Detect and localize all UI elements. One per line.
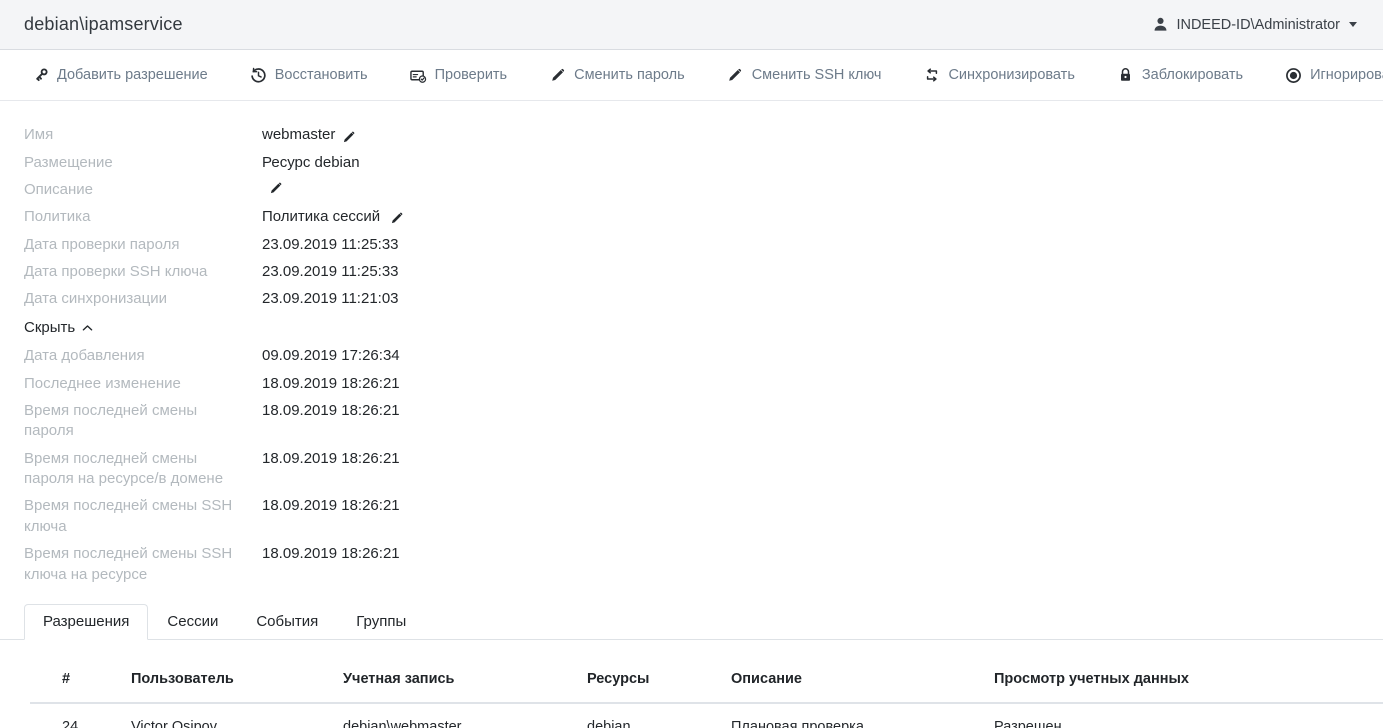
- ignore-icon: [1285, 67, 1302, 84]
- pencil-icon: [549, 67, 566, 84]
- hide-link-label: Скрыть: [24, 319, 75, 336]
- detail-label: Дата проверки пароля: [24, 235, 262, 256]
- pencil-icon: [727, 67, 744, 84]
- detail-row-last-ssh-change-resource: Время последней смены SSH ключа на ресур…: [24, 541, 1383, 589]
- lock-icon: [1117, 67, 1134, 84]
- lock-button[interactable]: Заблокировать: [1117, 67, 1243, 84]
- detail-row-last-password-change: Время последней смены пароля 18.09.2019 …: [24, 398, 1383, 446]
- synchronize-button[interactable]: Синхронизировать: [923, 67, 1074, 84]
- cell-number: 24: [30, 703, 131, 728]
- detail-value: 18.09.2019 18:26:21: [262, 496, 400, 517]
- detail-row-added-date: Дата добавления 09.09.2019 17:26:34: [24, 343, 1383, 370]
- toolbar-label: Игнорировать: [1310, 67, 1383, 83]
- detail-value: 18.09.2019 18:26:21: [262, 374, 400, 395]
- history-icon: [250, 67, 267, 84]
- change-password-button[interactable]: Сменить пароль: [549, 67, 685, 84]
- edit-icon[interactable]: [390, 211, 404, 225]
- detail-label: Размещение: [24, 153, 262, 174]
- detail-label: Политика: [24, 207, 262, 228]
- detail-label: Дата синхронизации: [24, 289, 262, 310]
- detail-row-name: Имя webmaster: [24, 122, 1383, 149]
- change-ssh-key-button[interactable]: Сменить SSH ключ: [727, 67, 882, 84]
- toolbar: Добавить разрешение Восстановить Провери…: [0, 50, 1383, 101]
- column-header-number: #: [30, 656, 131, 703]
- table-header-row: # Пользователь Учетная запись Ресурсы Оп…: [30, 656, 1383, 703]
- page-title: debian\ipamservice: [24, 14, 183, 35]
- add-permission-button[interactable]: Добавить разрешение: [32, 67, 208, 84]
- detail-row-sync-date: Дата синхронизации 23.09.2019 11:21:03: [24, 286, 1383, 313]
- details-panel: Имя webmaster Размещение Ресурс debian О…: [0, 101, 1383, 589]
- detail-label: Время последней смены пароля: [24, 401, 262, 442]
- column-header-credentials-view: Просмотр учетных данных: [994, 656, 1383, 703]
- detail-row-policy: Политика Политика сессий: [24, 204, 1383, 231]
- detail-row-last-ssh-change: Время последней смены SSH ключа 18.09.20…: [24, 493, 1383, 541]
- edit-icon[interactable]: [269, 181, 283, 195]
- toolbar-label: Синхронизировать: [948, 67, 1074, 83]
- detail-row-placement: Размещение Ресурс debian: [24, 149, 1383, 176]
- detail-value: 18.09.2019 18:26:21: [262, 449, 400, 470]
- tab-permissions[interactable]: Разрешения: [24, 604, 148, 640]
- user-menu[interactable]: INDEED-ID\Administrator: [1152, 16, 1357, 33]
- column-header-account: Учетная запись: [343, 656, 587, 703]
- detail-value: 18.09.2019 18:26:21: [262, 401, 400, 422]
- detail-row-description: Описание: [24, 177, 1383, 204]
- key-icon: [32, 67, 49, 84]
- ignore-button[interactable]: Игнорировать: [1285, 67, 1383, 84]
- detail-row-password-check-date: Дата проверки пароля 23.09.2019 11:25:33: [24, 231, 1383, 258]
- tab-events[interactable]: События: [237, 604, 337, 640]
- edit-icon[interactable]: [342, 130, 356, 144]
- detail-label: Дата проверки SSH ключа: [24, 262, 262, 283]
- toolbar-label: Восстановить: [275, 67, 368, 83]
- detail-value: Политика сессий: [262, 207, 380, 228]
- detail-label: Дата добавления: [24, 346, 262, 367]
- caret-down-icon: [1349, 22, 1357, 27]
- user-icon: [1152, 16, 1169, 33]
- detail-label: Имя: [24, 125, 262, 146]
- restore-button[interactable]: Восстановить: [250, 67, 368, 84]
- toolbar-label: Сменить SSH ключ: [752, 67, 882, 83]
- column-header-description: Описание: [731, 656, 994, 703]
- cell-user: Victor Osipov: [131, 703, 343, 728]
- detail-label: Последнее изменение: [24, 374, 262, 395]
- chevron-up-icon: [82, 319, 93, 336]
- card-check-icon: [410, 67, 427, 84]
- cell-resources: debian: [587, 703, 731, 728]
- toolbar-label: Проверить: [435, 67, 508, 83]
- detail-value: webmaster: [262, 125, 335, 146]
- sync-icon: [923, 67, 940, 84]
- detail-label: Время последней смены SSH ключа: [24, 496, 262, 537]
- user-name: INDEED-ID\Administrator: [1176, 17, 1340, 33]
- table-row[interactable]: 24 Victor Osipov debian\webmaster debian…: [30, 703, 1383, 728]
- cell-credentials-view: Разрешен: [994, 703, 1383, 728]
- detail-label: Время последней смены пароля на ресурсе/…: [24, 449, 262, 490]
- cell-description: Плановая проверка: [731, 703, 994, 728]
- cell-account: debian\webmaster: [343, 703, 587, 728]
- column-header-user: Пользователь: [131, 656, 343, 703]
- column-header-resources: Ресурсы: [587, 656, 731, 703]
- verify-button[interactable]: Проверить: [410, 67, 508, 84]
- detail-row-last-change: Последнее изменение 18.09.2019 18:26:21: [24, 370, 1383, 397]
- detail-value: 09.09.2019 17:26:34: [262, 346, 400, 367]
- toolbar-label: Добавить разрешение: [57, 67, 208, 83]
- tab-bar: Разрешения Сессии События Группы: [0, 602, 1383, 640]
- page-header: debian\ipamservice INDEED-ID\Administrat…: [0, 0, 1383, 50]
- tab-sessions[interactable]: Сессии: [148, 604, 237, 640]
- toolbar-label: Заблокировать: [1142, 67, 1243, 83]
- detail-value: Ресурс debian: [262, 153, 360, 174]
- detail-value: 23.09.2019 11:25:33: [262, 262, 399, 283]
- tab-groups[interactable]: Группы: [337, 604, 425, 640]
- detail-label: Время последней смены SSH ключа на ресур…: [24, 544, 262, 585]
- detail-value: 23.09.2019 11:21:03: [262, 289, 399, 310]
- detail-label: Описание: [24, 180, 262, 201]
- detail-value: 23.09.2019 11:25:33: [262, 235, 399, 256]
- detail-row-last-password-change-resource: Время последней смены пароля на ресурсе/…: [24, 445, 1383, 493]
- toolbar-label: Сменить пароль: [574, 67, 685, 83]
- detail-value: 18.09.2019 18:26:21: [262, 544, 400, 565]
- detail-row-ssh-check-date: Дата проверки SSH ключа 23.09.2019 11:25…: [24, 258, 1383, 285]
- hide-link[interactable]: Скрыть: [24, 319, 93, 336]
- permissions-table: # Пользователь Учетная запись Ресурсы Оп…: [30, 656, 1383, 728]
